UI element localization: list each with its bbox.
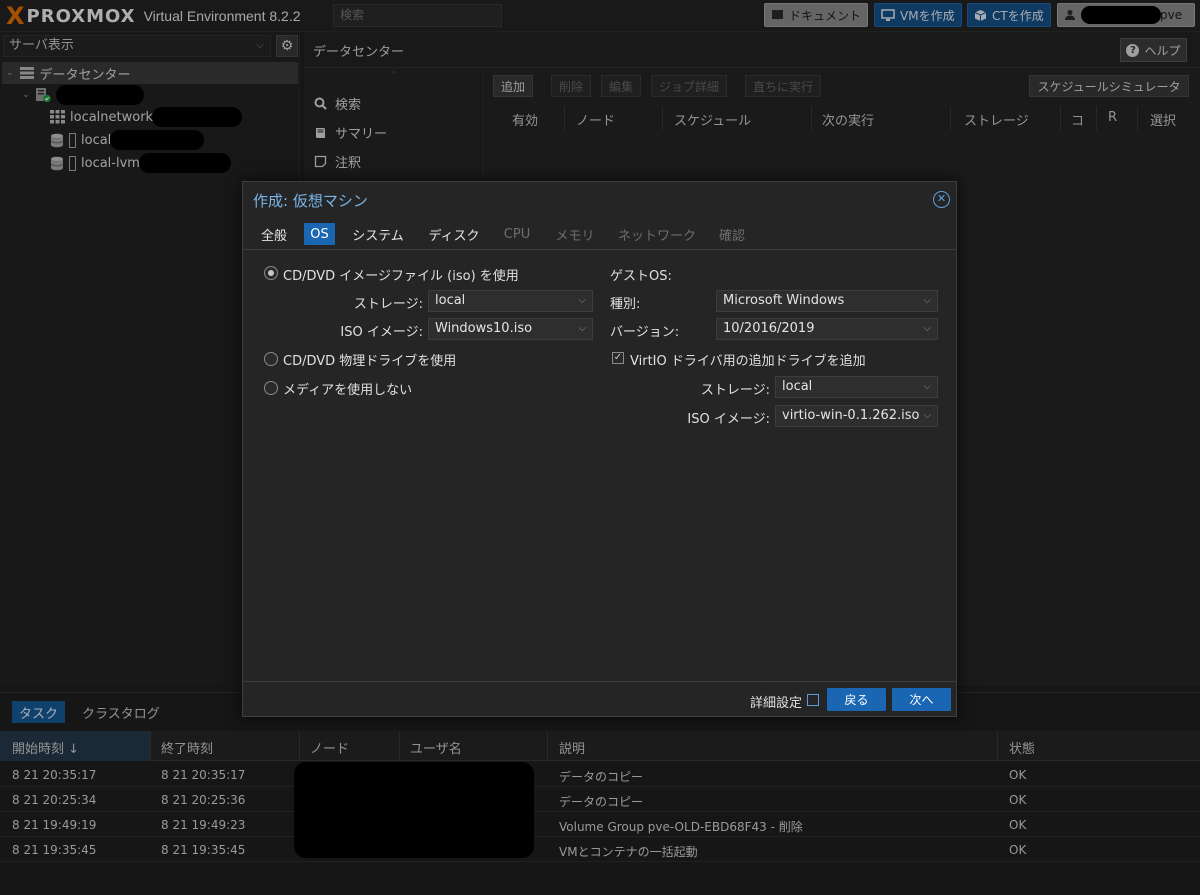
dialog-footer: 詳細設定 戻る 次へ [243, 681, 956, 716]
guest-version-select[interactable]: 10/2016/2019 ⌵ [716, 318, 938, 340]
virtio-storage-value: local [782, 379, 813, 394]
media-storage-label: ストレージ: [353, 297, 423, 312]
dialog-title: 作成: 仮想マシン [253, 192, 368, 210]
virtio-iso-value: virtio-win-0.1.262.iso [782, 408, 920, 423]
tab-memory: メモリ [555, 228, 595, 244]
tab-general[interactable]: 全般 [255, 223, 293, 245]
guest-type-label: 種別: [610, 297, 641, 312]
chevron-down-icon: ⌵ [923, 323, 931, 334]
chevron-down-icon: ⌵ [578, 323, 586, 334]
radio-no-media[interactable] [264, 381, 278, 395]
tab-confirm: 確認 [718, 228, 745, 244]
tab-system[interactable]: システム [347, 223, 409, 245]
virtio-drive-label[interactable]: VirtIO ドライバ用の追加ドライブを追加 [630, 350, 866, 369]
virtio-storage-label: ストレージ: [700, 383, 770, 398]
tab-cpu: CPU [503, 226, 531, 242]
back-button[interactable]: 戻る [827, 688, 886, 711]
no-media-label[interactable]: メディアを使用しない [283, 379, 412, 398]
guest-os-heading: ゲストOS: [610, 269, 672, 284]
virtio-checkbox[interactable]: ✓ [612, 352, 624, 364]
next-button[interactable]: 次へ [892, 688, 951, 711]
advanced-settings-checkbox[interactable] [807, 694, 819, 706]
use-physical-drive-label[interactable]: CD/DVD 物理ドライブを使用 [283, 350, 456, 369]
create-vm-dialog: 作成: 仮想マシン ✕ 全般 OS システム ディスク CPU メモリ ネットワ… [242, 181, 957, 717]
guest-type-value: Microsoft Windows [723, 293, 845, 308]
close-icon[interactable]: ✕ [933, 191, 950, 208]
virtio-storage-select[interactable]: local ⌵ [775, 376, 938, 398]
tab-disk[interactable]: ディスク [423, 223, 485, 245]
virtio-iso-select[interactable]: virtio-win-0.1.262.iso ⌵ [775, 405, 938, 427]
chevron-down-icon: ⌵ [578, 295, 586, 306]
next-label: 次へ [909, 693, 934, 707]
wizard-tabs: 全般 OS システム ディスク CPU メモリ ネットワーク 確認 [243, 219, 956, 250]
chevron-down-icon: ⌵ [923, 410, 931, 421]
use-iso-label[interactable]: CD/DVD イメージファイル (iso) を使用 [283, 265, 519, 284]
media-iso-select[interactable]: Windows10.iso ⌵ [428, 318, 593, 340]
guest-version-label: バージョン: [610, 325, 680, 340]
guest-version-value: 10/2016/2019 [723, 321, 815, 336]
back-label: 戻る [844, 693, 869, 707]
chevron-down-icon: ⌵ [923, 381, 931, 392]
media-storage-value: local [435, 293, 466, 308]
virtio-iso-label: ISO イメージ: [687, 412, 770, 427]
tab-network: ネットワーク [617, 228, 696, 244]
chevron-down-icon: ⌵ [923, 295, 931, 306]
media-storage-select[interactable]: local ⌵ [428, 290, 593, 312]
tab-os[interactable]: OS [304, 223, 335, 245]
media-iso-value: Windows10.iso [435, 321, 533, 336]
radio-use-iso[interactable] [264, 266, 278, 280]
guest-type-select[interactable]: Microsoft Windows ⌵ [716, 290, 938, 312]
advanced-settings-label[interactable]: 詳細設定 [750, 692, 802, 711]
media-iso-label: ISO イメージ: [340, 325, 423, 340]
radio-use-physical-drive[interactable] [264, 352, 278, 366]
